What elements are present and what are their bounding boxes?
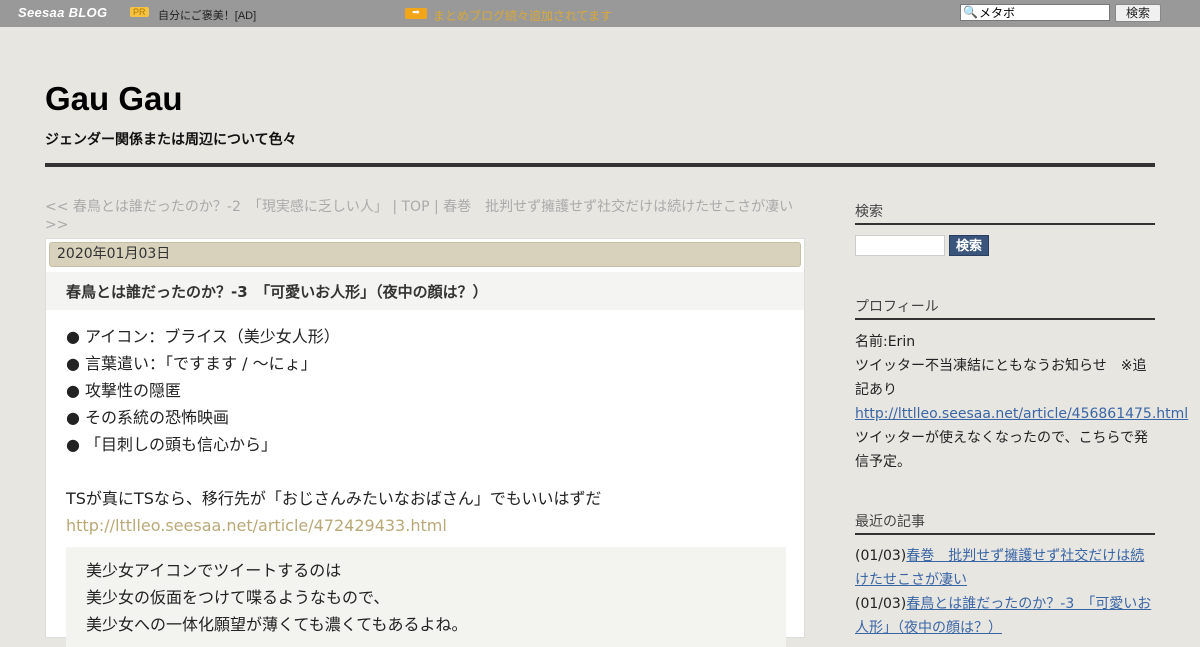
site-description: ジェンダー関係または周辺について色々 (45, 132, 297, 148)
seesaa-blog-logo[interactable]: Seesaa BLOG (18, 5, 107, 20)
site-title[interactable]: Gau Gau (45, 80, 183, 118)
profile-notice-2: ツイッターが使えなくなったので、こちらで発信予定。 (855, 430, 1149, 470)
list-item: (01/03)春巻 批判せず擁護せず社交だけは続けたせこさが凄い (855, 544, 1155, 592)
header-divider (45, 163, 1155, 167)
nav-separator: | (387, 199, 402, 215)
nav-separator: | (429, 199, 444, 215)
ad-link[interactable]: 自分にご褒美！[AD] (158, 7, 256, 23)
top-search-input[interactable] (979, 5, 1107, 20)
list-item: (01/03)春鳥とは誰だったのか？-3 「可愛いお人形」（夜中の顔は？） (855, 592, 1155, 640)
recent-articles-list: (01/03)春巻 批判せず擁護せず社交だけは続けたせこさが凄い (01/03)… (855, 544, 1155, 640)
list-item: ● 言葉遣い：「ですます / ～にょ」 (66, 354, 317, 373)
notice-link[interactable]: まとめブログ続々追加されてます (433, 7, 612, 24)
arrow-right-icon: ➡ (405, 8, 427, 19)
blockquote: 美少女アイコンでツイートするのは 美少女の仮面をつけて喋るようなもので、 美少女… (66, 547, 786, 647)
sidebar-search-input[interactable] (855, 235, 945, 256)
article-bullets: ● アイコン：ブライス（美少女人形） ● 言葉遣い：「ですます / ～にょ」 ●… (66, 323, 340, 458)
quote-line: 美少女アイコンでツイートするのは (86, 561, 342, 580)
profile-section: 名前:Erin ツイッター不当凍結にともなうお知らせ ※追記あり http://… (855, 330, 1188, 474)
list-item: ● 「目刺しの頭も信心から」 (66, 435, 278, 454)
pr-badge: PR (130, 7, 149, 17)
article-date: 2020年01月03日 (49, 242, 801, 267)
list-item: ● 攻撃性の隠匿 (66, 381, 182, 400)
article: 2020年01月03日 春鳥とは誰だったのか？-3 「可愛いお人形」（夜中の顔は… (45, 238, 805, 647)
top-link[interactable]: TOP (402, 199, 430, 215)
top-bar: Seesaa BLOG PR 自分にご褒美！[AD] ➡ まとめブログ続々追加され… (0, 0, 1200, 27)
article-link[interactable]: http://lttlleo.seesaa.net/article/472429… (66, 512, 447, 539)
logo-main: Seesaa (18, 5, 65, 20)
article-paragraph: TSが真にTSなら、移行先が「おじさんみたいなおばさん」でもいいはずだ (66, 489, 602, 508)
logo-blog: BLOG (68, 5, 108, 20)
recent-date: (01/03) (855, 596, 907, 612)
article-title[interactable]: 春鳥とは誰だったのか？-3 「可愛いお人形」（夜中の顔は？） (66, 281, 488, 302)
top-search-box[interactable]: 🔍 (960, 4, 1110, 21)
article-title-bar: 春鳥とは誰だったのか？-3 「可愛いお人形」（夜中の顔は？） (46, 272, 804, 310)
sidebar-profile-heading: プロフィール (855, 296, 1155, 320)
article-navigation: << 春鳥とは誰だったのか？-2 「現実感に乏しい人」 | TOP | 春巻 批… (45, 198, 800, 234)
prev-article-link[interactable]: << 春鳥とは誰だったのか？-2 「現実感に乏しい人」 (45, 199, 388, 215)
top-search-button[interactable]: 検索 (1115, 4, 1161, 22)
profile-link[interactable]: http://lttlleo.seesaa.net/article/456861… (855, 406, 1188, 422)
sidebar-recent-heading: 最近の記事 (855, 511, 1155, 535)
sidebar-search-button[interactable]: 検索 (949, 235, 989, 256)
quote-line: 美少女への一体化願望が薄くても濃くてもあるよね。 (86, 615, 468, 634)
profile-notice: ツイッター不当凍結にともなうお知らせ ※追記あり (855, 358, 1147, 398)
quote-line: 美少女の仮面をつけて喋るようなもので、 (86, 588, 390, 607)
recent-date: (01/03) (855, 548, 907, 564)
list-item: ● その系統の恐怖映画 (66, 408, 230, 427)
search-icon: 🔍 (963, 5, 978, 19)
list-item: ● アイコン：ブライス（美少女人形） (66, 327, 340, 346)
profile-name: 名前:Erin (855, 334, 916, 350)
sidebar-search-heading: 検索 (855, 201, 1155, 225)
